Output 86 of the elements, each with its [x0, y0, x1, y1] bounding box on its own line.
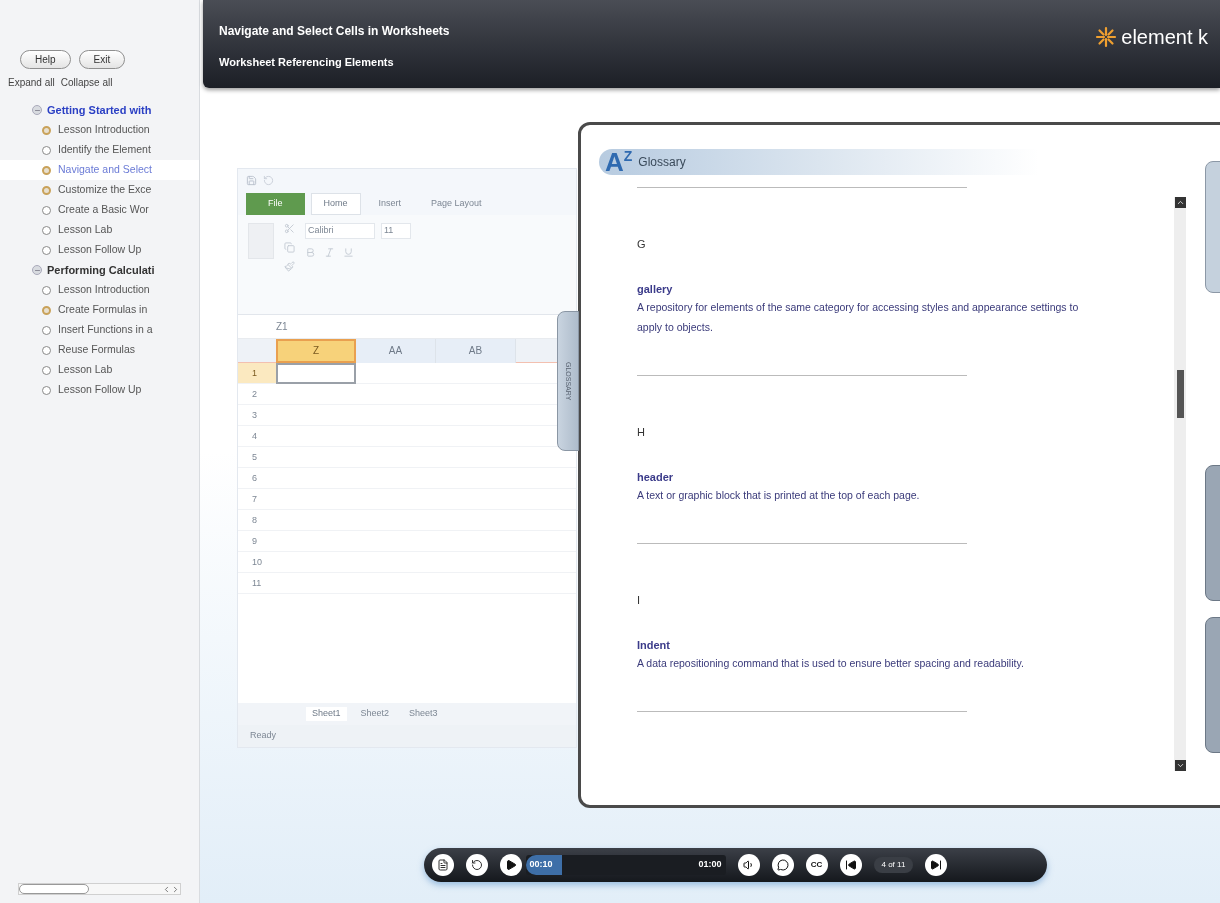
row-header[interactable]: 10 — [238, 552, 276, 572]
letter-heading: G — [637, 237, 647, 252]
glossary-term: gallery — [637, 281, 674, 297]
column-header[interactable]: AA — [356, 338, 436, 363]
lesson-item[interactable]: Lesson Lab — [0, 360, 199, 380]
glossary-title: Glossary — [638, 154, 686, 171]
ribbon-tab[interactable]: File — [246, 193, 305, 215]
skip-back-icon[interactable] — [839, 854, 862, 876]
bold-icon[interactable] — [305, 246, 316, 258]
cut-icon[interactable] — [284, 223, 295, 234]
column-header[interactable]: Z — [276, 338, 356, 363]
replay-icon[interactable] — [465, 854, 488, 876]
toolbar-button[interactable]: Help — [20, 50, 71, 69]
term-definition: A text or graphic block that is printed at the top of each page. — [637, 488, 921, 503]
lesson-item[interactable]: Reuse Formulas — [0, 340, 199, 360]
sheet-tab[interactable]: Sheet2 — [354, 707, 396, 721]
lesson-item[interactable]: Navigate and Select — [0, 160, 199, 180]
lesson-item[interactable]: Lesson Follow Up — [0, 240, 199, 260]
scroll-down-icon[interactable] — [1174, 760, 1186, 771]
progress-track[interactable]: 00:10 01:00 — [525, 855, 726, 875]
lesson-item[interactable]: Customize the Exce — [0, 180, 199, 200]
row-header[interactable]: 11 — [238, 573, 276, 593]
lesson-item[interactable]: Lesson Lab — [0, 220, 199, 240]
scrollbar-thumb[interactable] — [1176, 370, 1184, 418]
row-header[interactable]: 3 — [238, 405, 276, 425]
side-tab[interactable] — [1205, 161, 1220, 293]
section-title[interactable]: Getting Started with — [47, 101, 152, 119]
tree-toggle-link[interactable]: Expand all — [8, 75, 55, 90]
row-header[interactable]: 6 — [238, 468, 276, 488]
letter-heading: H — [637, 425, 646, 440]
side-tab[interactable] — [1205, 465, 1220, 601]
row-header[interactable]: 1 — [238, 363, 276, 383]
captions-button[interactable]: CC — [805, 854, 828, 876]
font-name-field[interactable]: Calibri — [305, 223, 375, 239]
active-cell[interactable] — [276, 363, 356, 384]
topic-subtitle: Worksheet Referencing Elements — [219, 55, 395, 70]
row-header[interactable]: 9 — [238, 531, 276, 551]
column-header[interactable]: AB — [436, 338, 516, 363]
total-time: 01:00 — [698, 858, 722, 872]
section-title[interactable]: Performing Calculati — [47, 261, 155, 279]
ribbon-tab[interactable]: Page Layout — [419, 193, 494, 215]
sheet-tab[interactable]: Sheet3 — [403, 707, 444, 721]
speech-bubble-icon[interactable] — [771, 854, 794, 876]
volume-icon[interactable] — [737, 854, 760, 876]
row-header[interactable]: 7 — [238, 489, 276, 509]
elapsed-time: 00:10 — [529, 858, 553, 872]
sheet-tab[interactable]: Sheet1 — [306, 707, 347, 721]
lesson-item[interactable]: Create a Basic Wor — [0, 200, 199, 220]
page-counter: 4 of 11 — [873, 857, 914, 873]
lesson-item[interactable]: Identify the Element — [0, 140, 199, 160]
lesson-item[interactable]: Create Formulas in — [0, 300, 199, 320]
term-definition: A data repositioning command that is used to ensure better spacing and readability. — [637, 656, 1025, 671]
row-header[interactable]: 2 — [238, 384, 276, 404]
letter-heading: I — [637, 593, 642, 608]
row-header[interactable]: 4 — [238, 426, 276, 446]
lesson-item[interactable]: Lesson Introduction — [0, 120, 199, 140]
toolbar-button[interactable]: Exit — [78, 50, 126, 69]
scroll-left-icon[interactable] — [162, 884, 171, 894]
play-icon[interactable] — [499, 854, 522, 876]
glossary-term: Indent — [637, 637, 671, 653]
side-tab[interactable] — [1205, 617, 1220, 753]
tree-toggle-link[interactable]: Collapse all — [60, 75, 113, 90]
ribbon-tab[interactable]: Home — [310, 193, 361, 215]
horizontal-scrollbar[interactable] — [18, 883, 181, 895]
save-icon[interactable] — [246, 174, 257, 186]
skip-forward-icon[interactable] — [925, 854, 948, 876]
scroll-up-icon[interactable] — [1174, 197, 1186, 208]
brand-logo: element k — [1121, 25, 1208, 50]
glossary-term: header — [637, 469, 675, 485]
vertical-scrollbar[interactable] — [1174, 197, 1186, 771]
lesson-item[interactable]: Lesson Introduction — [0, 280, 199, 300]
scroll-right-icon[interactable] — [171, 884, 180, 894]
row-header[interactable]: 5 — [238, 447, 276, 467]
lesson-item[interactable]: Lesson Follow Up — [0, 380, 199, 400]
lesson-title: Navigate and Select Cells in Worksheets — [219, 23, 450, 40]
ribbon-tab[interactable]: Insert — [366, 193, 414, 215]
name-box[interactable]: Z1 — [246, 319, 336, 334]
row-header[interactable]: 8 — [238, 510, 276, 530]
document-icon[interactable] — [431, 854, 454, 876]
status-text: Ready — [250, 729, 276, 743]
collapse-icon[interactable] — [32, 105, 42, 115]
collapse-icon[interactable] — [32, 265, 42, 275]
font-size-field[interactable]: 11 — [381, 223, 411, 239]
term-definition: A repository for elements of the same category for accessing styles and appearance settings to apply to objects. — [637, 300, 1080, 335]
lesson-item[interactable]: Insert Functions in a — [0, 320, 199, 340]
starburst-icon — [1095, 26, 1118, 48]
